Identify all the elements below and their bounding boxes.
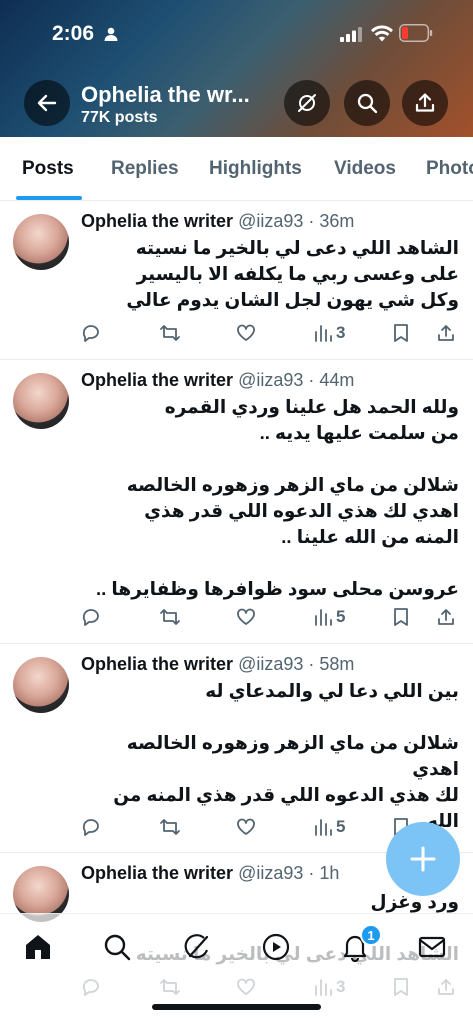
- reply-icon: [82, 819, 99, 836]
- tweet-handle-time: @iiza93 · 58m: [238, 654, 355, 674]
- tweet-author[interactable]: Ophelia the writer: [81, 654, 233, 674]
- views-button[interactable]: 3: [314, 323, 345, 343]
- bookmark-button[interactable]: [392, 607, 410, 627]
- tweet-author[interactable]: Ophelia the writer: [81, 863, 233, 883]
- repost-button[interactable]: [159, 817, 181, 837]
- tweet-author[interactable]: Ophelia the writer: [81, 211, 233, 231]
- tweet-header: Ophelia the writer @iiza93 · 1h: [81, 863, 339, 884]
- tweet-handle-time: @iiza93 · 36m: [238, 211, 355, 231]
- profile-tabs: Posts Replies Highlights Videos Photo: [0, 137, 473, 201]
- home-indicator: [152, 1004, 321, 1010]
- bookmark-icon: [394, 324, 408, 342]
- tab-posts[interactable]: Posts: [22, 158, 74, 180]
- search-button[interactable]: [344, 80, 390, 126]
- views-button[interactable]: 5: [314, 607, 345, 627]
- tab-videos[interactable]: Videos: [334, 158, 396, 180]
- wifi-icon: [371, 25, 393, 42]
- share-tweet-button[interactable]: [436, 607, 456, 627]
- heart-icon: [237, 818, 255, 835]
- mail-icon: [418, 936, 446, 958]
- repost-icon: [160, 819, 180, 835]
- repost-icon: [160, 325, 180, 341]
- tweet[interactable]: Ophelia the writer @iiza93 · 58m بين الل…: [0, 644, 473, 857]
- profile-header: 2:06 Ophelia the wr... 77K posts: [0, 0, 473, 137]
- nav-messages[interactable]: [415, 930, 449, 964]
- reply-icon: [82, 609, 99, 626]
- status-time: 2:06: [52, 22, 95, 45]
- nav-grok[interactable]: [180, 930, 214, 964]
- bookmark-button[interactable]: [392, 323, 410, 343]
- play-circle-icon: [262, 933, 290, 961]
- repost-button[interactable]: [159, 323, 181, 343]
- muted-icon: [298, 94, 316, 112]
- like-button[interactable]: [236, 817, 256, 837]
- profile-name: Ophelia the wr...: [81, 82, 250, 107]
- reply-button[interactable]: [81, 323, 101, 343]
- compose-button[interactable]: [386, 822, 460, 896]
- repost-icon: [160, 609, 180, 625]
- like-button[interactable]: [236, 323, 256, 343]
- share-tweet-button[interactable]: [436, 323, 456, 343]
- avatar[interactable]: [13, 657, 69, 713]
- notifications-badge: 1: [360, 924, 382, 946]
- avatar[interactable]: [13, 214, 69, 270]
- arrow-left-icon: [37, 94, 57, 112]
- back-button[interactable]: [24, 80, 70, 126]
- nav-communities[interactable]: [259, 930, 293, 964]
- tweet-actions: 5: [0, 607, 473, 631]
- tweet-text: ولله الحمد هل علينا وردي القمره من سلمت …: [96, 396, 459, 599]
- views-button[interactable]: 5: [314, 817, 345, 837]
- status-bar: 2:06: [0, 0, 473, 70]
- tab-highlights[interactable]: Highlights: [209, 158, 302, 180]
- battery-icon: [399, 24, 433, 42]
- nav-search[interactable]: [100, 930, 134, 964]
- active-tab-indicator: [16, 196, 82, 200]
- tweet-actions: 3: [0, 323, 473, 347]
- mute-button[interactable]: [284, 80, 330, 126]
- reply-icon: [82, 325, 99, 342]
- search-icon: [104, 934, 131, 961]
- tweet-text: الشاهد اللي دعى لي بالخير ما نسيته على و…: [126, 237, 459, 310]
- like-button[interactable]: [236, 607, 256, 627]
- tweet-handle-time: @iiza93 · 1h: [238, 863, 340, 883]
- tweet-header: Ophelia the writer @iiza93 · 44m: [81, 370, 354, 391]
- views-icon: [315, 325, 332, 342]
- bookmark-icon: [394, 608, 408, 626]
- tweet-header: Ophelia the writer @iiza93 · 58m: [81, 654, 354, 675]
- person-icon: [104, 27, 118, 41]
- home-icon: [26, 935, 50, 959]
- tweet-author[interactable]: Ophelia the writer: [81, 370, 233, 390]
- tweet[interactable]: Ophelia the writer @iiza93 · 36m الشاهد …: [0, 201, 473, 360]
- view-count: 5: [336, 607, 346, 626]
- grok-icon: [184, 934, 209, 959]
- share-button[interactable]: [402, 80, 448, 126]
- signal-icon: [340, 27, 362, 42]
- views-icon: [315, 819, 332, 836]
- reply-button[interactable]: [81, 607, 101, 627]
- search-icon: [357, 93, 378, 114]
- heart-icon: [237, 608, 255, 625]
- views-icon: [315, 609, 332, 626]
- share-icon: [438, 609, 454, 625]
- plus-icon: [410, 846, 436, 872]
- view-count: 3: [336, 323, 346, 342]
- share-icon: [438, 325, 454, 341]
- share-icon: [415, 93, 435, 112]
- repost-button[interactable]: [159, 607, 181, 627]
- tweet-header: Ophelia the writer @iiza93 · 36m: [81, 211, 354, 232]
- tweet-handle-time: @iiza93 · 44m: [238, 370, 355, 390]
- post-count: 77K posts: [81, 109, 158, 126]
- tab-photos[interactable]: Photo: [426, 158, 473, 180]
- avatar[interactable]: [13, 373, 69, 429]
- reply-button[interactable]: [81, 817, 101, 837]
- tweet[interactable]: Ophelia the writer @iiza93 · 44m ولله ال…: [0, 360, 473, 644]
- nav-home[interactable]: [21, 930, 55, 964]
- view-count: 5: [336, 817, 346, 836]
- heart-icon: [237, 324, 255, 341]
- tab-replies[interactable]: Replies: [111, 158, 179, 180]
